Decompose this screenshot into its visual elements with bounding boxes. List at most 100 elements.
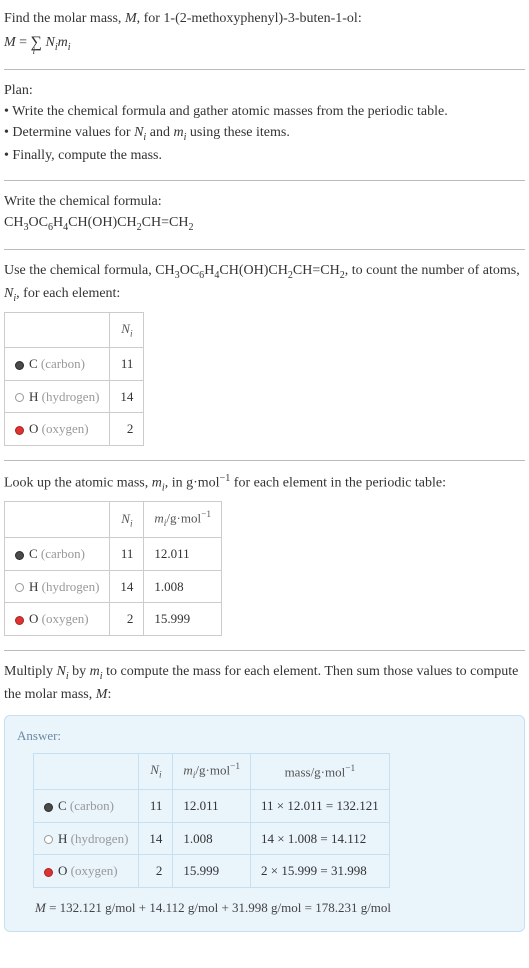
formula-title: Write the chemical formula: bbox=[4, 191, 525, 212]
n-cell: 2 bbox=[110, 603, 144, 636]
table-row: H (hydrogen)14 bbox=[5, 380, 144, 413]
rule bbox=[4, 249, 525, 250]
table-row: H (hydrogen)141.00814 × 1.008 = 14.112 bbox=[34, 822, 390, 855]
m-cell: 15.999 bbox=[173, 855, 251, 888]
answer-final: M = 132.121 g/mol + 14.112 g/mol + 31.99… bbox=[17, 898, 512, 918]
mu1: Multiply bbox=[4, 664, 57, 679]
cf-p: CH(OH)CH bbox=[219, 263, 287, 278]
cf-p: H bbox=[53, 215, 63, 230]
n-cell: 14 bbox=[110, 380, 144, 413]
th-mass-b: −1 bbox=[345, 764, 355, 774]
calc-cell: 2 × 15.999 = 31.998 bbox=[251, 855, 390, 888]
intro-section: Find the molar mass, M , for 1-(2-methoxy… bbox=[4, 8, 525, 55]
plan-mi-a: m bbox=[173, 125, 183, 140]
eq-m: m bbox=[58, 35, 68, 50]
mu-m: m bbox=[90, 664, 100, 679]
th-n-b: i bbox=[130, 519, 133, 529]
hydrogen-dot-icon bbox=[44, 835, 53, 844]
el-sym: C bbox=[58, 798, 67, 813]
th-mass-a: mass/g·mol bbox=[285, 764, 346, 779]
el-cell: C (carbon) bbox=[5, 538, 110, 571]
th-m: mi/g·mol−1 bbox=[173, 754, 251, 790]
carbon-dot-icon bbox=[15, 361, 24, 370]
el-name: (oxygen) bbox=[67, 863, 117, 878]
th-m-c: /g·mol bbox=[195, 763, 230, 778]
mu2: by bbox=[69, 664, 90, 679]
cf-p: CH=CH bbox=[142, 215, 189, 230]
el-sym: C bbox=[29, 356, 38, 371]
table-header-row: Ni mi/g·mol−1 mass/g·mol−1 bbox=[34, 754, 390, 790]
intro-text2: , for 1-(2-methoxyphenyl)-3-buten-1-ol: bbox=[137, 11, 362, 26]
table-row: O (oxygen)215.999 bbox=[5, 603, 222, 636]
multiply-text: Multiply Ni by mi to compute the mass fo… bbox=[4, 661, 525, 705]
mt-exp: −1 bbox=[220, 473, 231, 484]
th-m-d: −1 bbox=[230, 762, 240, 772]
th-blank bbox=[34, 754, 139, 790]
mu-N: N bbox=[57, 664, 66, 679]
plan-b2b: and bbox=[146, 125, 173, 140]
mt3: for each element in the periodic table: bbox=[230, 476, 446, 491]
count-table: Ni C (carbon)11 H (hydrogen)14 O (oxygen… bbox=[4, 312, 144, 446]
cf-p: OC bbox=[180, 263, 199, 278]
el-name: (carbon) bbox=[38, 546, 85, 561]
el-name: (hydrogen) bbox=[38, 579, 99, 594]
th-m-a: m bbox=[183, 763, 192, 778]
m-cell: 12.011 bbox=[173, 790, 251, 823]
n-cell: 2 bbox=[139, 855, 173, 888]
el-name: (carbon) bbox=[67, 798, 114, 813]
th-n-a: N bbox=[121, 511, 130, 526]
intro-equation: M = ∑i Nimi bbox=[4, 31, 525, 55]
eq-M: M bbox=[4, 35, 16, 50]
multiply-section: Multiply Ni by mi to compute the mass fo… bbox=[4, 661, 525, 932]
oxygen-dot-icon bbox=[15, 616, 24, 625]
el-cell: C (carbon) bbox=[5, 348, 110, 381]
th-n: Ni bbox=[110, 502, 144, 538]
table-row: H (hydrogen)141.008 bbox=[5, 570, 222, 603]
eq-N: N bbox=[42, 35, 55, 50]
plan-section: Plan: • Write the chemical formula and g… bbox=[4, 80, 525, 166]
mu-M: M bbox=[96, 687, 108, 702]
n-cell: 11 bbox=[139, 790, 173, 823]
intro-line: Find the molar mass, M, for 1-(2-methoxy… bbox=[4, 8, 525, 29]
rule bbox=[4, 650, 525, 651]
rule bbox=[4, 460, 525, 461]
el-cell: O (oxygen) bbox=[34, 855, 139, 888]
table-header-row: Ni mi/g·mol−1 bbox=[5, 502, 222, 538]
th-n-a: N bbox=[150, 762, 159, 777]
table-row: O (oxygen)2 bbox=[5, 413, 144, 446]
mt2: , in g·mol bbox=[165, 476, 220, 491]
ct-N: N bbox=[4, 286, 13, 301]
th-n-b: i bbox=[130, 329, 133, 339]
plan-b2a: • Determine values for bbox=[4, 125, 134, 140]
final-text: = 132.121 g/mol + 14.112 g/mol + 31.998 … bbox=[46, 900, 391, 915]
sum-index: i bbox=[33, 45, 36, 59]
intro-text: Find the molar mass, bbox=[4, 11, 125, 26]
el-sym: O bbox=[29, 421, 38, 436]
chemical-formula: CH3OC6H4CH(OH)CH2CH=CH2 bbox=[4, 212, 525, 235]
mu4: : bbox=[107, 687, 111, 702]
plan-title: Plan: bbox=[4, 80, 525, 101]
th-mass: mass/g·mol−1 bbox=[251, 754, 390, 790]
cf-p: CH=CH bbox=[293, 263, 340, 278]
mass-table: Ni mi/g·mol−1 C (carbon)1112.011 H (hydr… bbox=[4, 501, 222, 635]
count-text: Use the chemical formula, CH3OC6H4CH(OH)… bbox=[4, 260, 525, 306]
th-m: mi/g·mol−1 bbox=[144, 502, 222, 538]
mt-m: m bbox=[152, 476, 162, 491]
n-cell: 2 bbox=[110, 413, 144, 446]
cf-p: H bbox=[204, 263, 214, 278]
ct1: Use the chemical formula, bbox=[4, 263, 155, 278]
calc-cell: 11 × 12.011 = 132.121 bbox=[251, 790, 390, 823]
table-row: O (oxygen)215.9992 × 15.999 = 31.998 bbox=[34, 855, 390, 888]
th-m-c: /g·mol bbox=[166, 511, 201, 526]
th-n: Ni bbox=[139, 754, 173, 790]
th-n: Ni bbox=[110, 312, 144, 348]
el-cell: H (hydrogen) bbox=[5, 380, 110, 413]
mass-section: Look up the atomic mass, mi, in g·mol−1 … bbox=[4, 471, 525, 636]
table-header-row: Ni bbox=[5, 312, 144, 348]
eq-mi: i bbox=[68, 42, 71, 53]
el-sym: H bbox=[58, 831, 67, 846]
count-section: Use the chemical formula, CH3OC6H4CH(OH)… bbox=[4, 260, 525, 446]
oxygen-dot-icon bbox=[15, 426, 24, 435]
plan-bullet-3: • Finally, compute the mass. bbox=[4, 145, 525, 166]
cf-p: CH bbox=[155, 263, 174, 278]
